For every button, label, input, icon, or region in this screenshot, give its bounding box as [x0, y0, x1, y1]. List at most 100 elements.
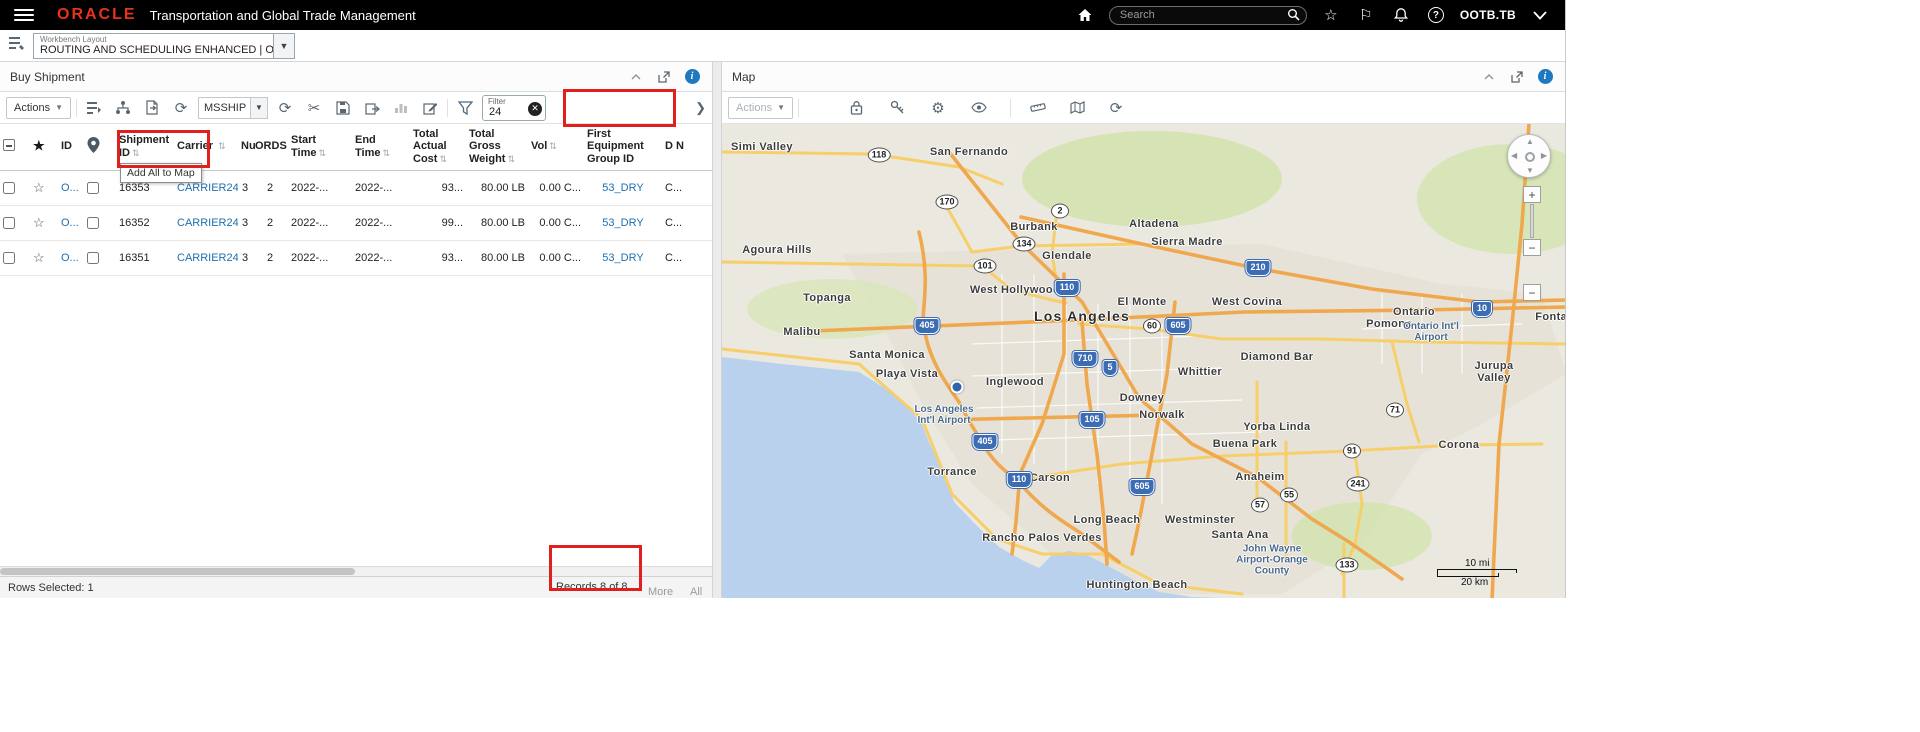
- application-window: ORACLE Transportation and Global Trade M…: [0, 0, 1566, 598]
- row-select-checkbox[interactable]: [3, 251, 15, 264]
- notifications-bell-icon[interactable]: [1390, 4, 1412, 26]
- col-vol[interactable]: Vol ⇅: [528, 124, 584, 171]
- help-icon[interactable]: ?: [1425, 4, 1447, 26]
- home-icon[interactable]: [1074, 4, 1096, 26]
- measure-icon[interactable]: [1026, 96, 1050, 120]
- popout-panel-icon[interactable]: [1507, 67, 1527, 87]
- col-id[interactable]: ID: [58, 124, 84, 171]
- panel-splitter[interactable]: [712, 62, 722, 598]
- map-marker[interactable]: [950, 380, 964, 394]
- collapse-panel-icon[interactable]: [1479, 67, 1499, 87]
- reload-data-icon[interactable]: ⟳: [169, 96, 193, 120]
- map-pan-compass[interactable]: ▲ ▼ ◀ ▶: [1507, 134, 1551, 178]
- map-layers-icon[interactable]: [1065, 96, 1089, 120]
- col-first-equipment-group-id[interactable]: First Equipment Group ID: [584, 124, 662, 171]
- clear-selection-icon[interactable]: ✂: [302, 96, 326, 120]
- map-actions-button[interactable]: Actions ▼: [728, 96, 793, 119]
- zoom-out-secondary-button[interactable]: −: [1523, 284, 1541, 301]
- col-start-time[interactable]: Start Time ⇅: [288, 124, 352, 171]
- view-select[interactable]: MSSHIP ▼: [198, 96, 268, 119]
- scale-km-label: 20 km: [1461, 577, 1489, 588]
- filter-icon[interactable]: [453, 96, 477, 120]
- col-dn[interactable]: D N: [662, 124, 712, 171]
- key-icon[interactable]: [885, 96, 909, 120]
- records-count-label: Records 8 of 8: [556, 581, 628, 593]
- workbench-layout-dropdown-icon[interactable]: ▼: [273, 32, 295, 59]
- row-carrier-link[interactable]: CARRIER24: [177, 252, 238, 264]
- scale-miles-label: 10 mi: [1465, 558, 1490, 569]
- hierarchy-view-icon[interactable]: [111, 96, 135, 120]
- collapse-panel-icon[interactable]: [626, 67, 646, 87]
- edit-icon[interactable]: [418, 96, 442, 120]
- filter-input[interactable]: Filter 24 ✕: [482, 94, 546, 121]
- row-select-checkbox[interactable]: [3, 181, 15, 194]
- actions-button[interactable]: Actions ▼: [6, 96, 71, 119]
- horizontal-scrollbar[interactable]: [0, 566, 712, 576]
- row-vol: 0.00 C...: [528, 205, 584, 241]
- user-chevron-down-icon[interactable]: [1529, 4, 1551, 26]
- favorite-column-star-icon[interactable]: ★: [33, 138, 45, 153]
- zoom-out-button[interactable]: −: [1523, 239, 1541, 256]
- save-icon[interactable]: [331, 96, 355, 120]
- col-total-actual-cost[interactable]: Total Actual Cost ⇅: [410, 124, 466, 171]
- manage-columns-icon[interactable]: [82, 96, 106, 120]
- row-favorite-star-icon[interactable]: ☆: [33, 250, 45, 265]
- user-menu[interactable]: OOTB.TB: [1460, 8, 1516, 22]
- flag-icon[interactable]: ⚐: [1355, 4, 1377, 26]
- lock-icon[interactable]: [844, 96, 868, 120]
- export-data-icon[interactable]: [360, 96, 384, 120]
- add-all-to-map-icon[interactable]: [87, 136, 100, 156]
- all-link[interactable]: All: [690, 586, 702, 598]
- row-id-link[interactable]: O...: [61, 217, 79, 229]
- col-nu[interactable]: Nu: [238, 124, 256, 171]
- workbench-layout-icon[interactable]: [8, 36, 25, 56]
- col-ords[interactable]: ORDS: [252, 124, 288, 171]
- col-total-gross-weight[interactable]: Total Gross Weight ⇅: [466, 124, 528, 171]
- shipment-row[interactable]: ☆ O... 16353 CARRIER24 3 2 2022-... 2022…: [0, 170, 712, 206]
- row-start-time: 2022-...: [288, 240, 352, 276]
- chart-icon[interactable]: [389, 96, 413, 120]
- row-dn: C...: [662, 240, 712, 276]
- row-map-checkbox[interactable]: [87, 251, 99, 264]
- row-equipment-link[interactable]: 53_DRY: [602, 252, 643, 264]
- workbench-layout-select[interactable]: Workbench Layout ROUTING AND SCHEDULING …: [33, 32, 295, 59]
- row-carrier-link[interactable]: CARRIER24: [177, 182, 238, 194]
- col-end-time[interactable]: End Time ⇅: [352, 124, 410, 171]
- row-id-link[interactable]: O...: [61, 182, 79, 194]
- scrollbar-thumb[interactable]: [0, 568, 355, 575]
- map-refresh-icon[interactable]: ⟳: [1104, 96, 1128, 120]
- row-favorite-star-icon[interactable]: ☆: [33, 180, 45, 195]
- shipment-row[interactable]: ☆ O... 16351 CARRIER24 3 2 2022-... 2022…: [0, 240, 712, 276]
- map-base-layer: [722, 124, 1565, 598]
- row-total-gross-weight: 80.00 LB: [466, 205, 528, 241]
- gear-icon[interactable]: ⚙: [926, 96, 950, 120]
- eye-icon[interactable]: [967, 96, 991, 120]
- row-favorite-star-icon[interactable]: ☆: [33, 215, 45, 230]
- view-select-dropdown-icon[interactable]: ▼: [250, 96, 268, 119]
- export-page-icon[interactable]: [140, 96, 164, 120]
- search-icon[interactable]: [1287, 8, 1300, 26]
- toolbar-overflow-chevron-icon[interactable]: ❯: [695, 100, 706, 116]
- search-input[interactable]: [1108, 5, 1307, 25]
- row-id-link[interactable]: O...: [61, 252, 79, 264]
- info-icon[interactable]: i: [682, 67, 702, 87]
- map-canvas[interactable]: Simi Valley San Fernando Burbank Altadena Si…: [722, 124, 1565, 598]
- filter-clear-icon[interactable]: ✕: [528, 101, 542, 116]
- row-start-time: 2022-...: [288, 170, 352, 206]
- row-map-checkbox[interactable]: [87, 216, 99, 229]
- favorites-star-icon[interactable]: ☆: [1320, 4, 1342, 26]
- popout-panel-icon[interactable]: [654, 67, 674, 87]
- row-carrier-link[interactable]: CARRIER24: [177, 217, 238, 229]
- hamburger-menu-icon[interactable]: [14, 9, 34, 21]
- zoom-in-button[interactable]: +: [1523, 186, 1541, 203]
- row-map-checkbox[interactable]: [87, 181, 99, 194]
- shipment-row[interactable]: ☆ O... 16352 CARRIER24 3 2 2022-... 2022…: [0, 205, 712, 241]
- row-equipment-link[interactable]: 53_DRY: [602, 182, 643, 194]
- refresh-icon[interactable]: ⟳: [273, 96, 297, 120]
- info-icon[interactable]: i: [1535, 67, 1555, 87]
- zoom-slider[interactable]: [1530, 204, 1534, 238]
- select-all-checkbox[interactable]: [3, 138, 15, 151]
- more-link[interactable]: More: [648, 586, 673, 598]
- row-select-checkbox[interactable]: [3, 216, 15, 229]
- row-equipment-link[interactable]: 53_DRY: [602, 217, 643, 229]
